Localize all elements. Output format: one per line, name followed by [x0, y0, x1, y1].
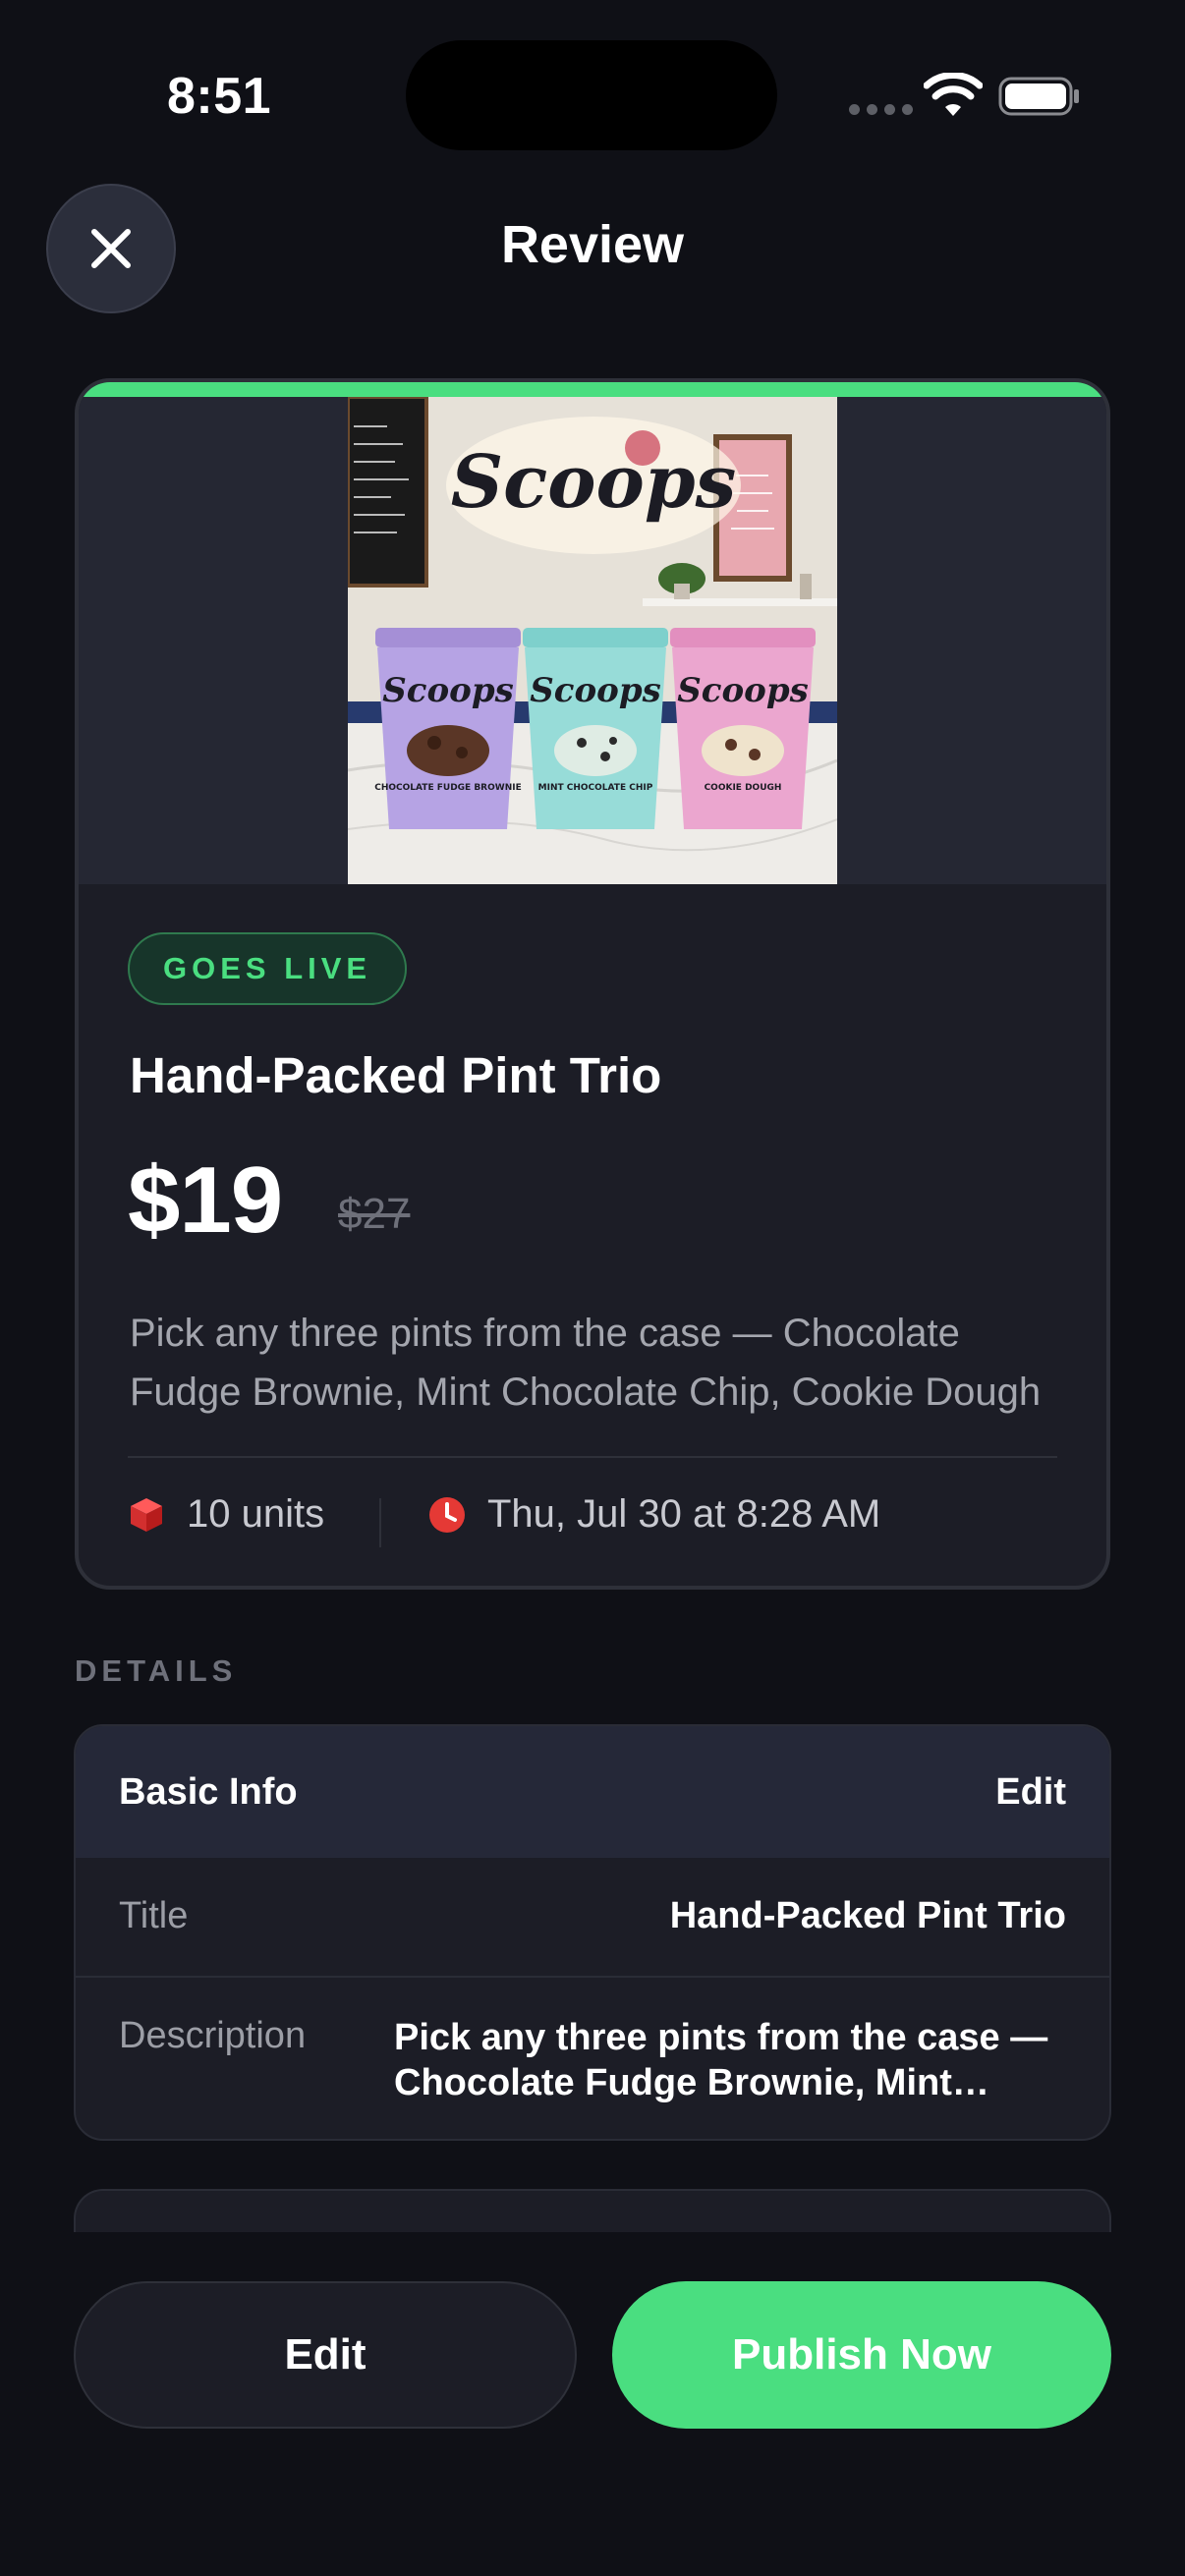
- units-count: 10 units: [187, 1492, 325, 1536]
- listing-preview-card: Scoops Scoops CHOCOLATE FUDGE BROWNIE Sc…: [75, 378, 1110, 1590]
- basic-info-title: Basic Info: [119, 1771, 298, 1813]
- units-info: 10 units: [128, 1492, 324, 1537]
- sale-price: $19: [128, 1148, 283, 1253]
- row-label: Description: [119, 2015, 307, 2056]
- svg-text:Scoops: Scoops: [382, 671, 514, 710]
- wifi-icon: [924, 73, 983, 116]
- review-screen: 8:51 Review Scoops Scoops CHOCOLATE FUDG…: [0, 0, 1185, 2576]
- product-image-area: Scoops Scoops CHOCOLATE FUDGE BROWNIE Sc…: [79, 397, 1106, 884]
- original-price: $27: [338, 1190, 411, 1238]
- basic-info-panel: Basic Info Edit Title Hand-Packed Pint T…: [74, 1724, 1111, 2141]
- logo-wordmark: Scoops: [451, 440, 737, 525]
- details-section-label: DETAILS: [75, 1653, 238, 1688]
- svg-text:Scoops: Scoops: [677, 671, 809, 710]
- row-value: Hand-Packed Pint Trio: [669, 1895, 1066, 1936]
- edit-button[interactable]: Edit: [74, 2281, 577, 2429]
- pint-label-2: MINT CHOCOLATE CHIP: [538, 783, 653, 793]
- launch-time-info: Thu, Jul 30 at 8:28 AM: [428, 1492, 880, 1537]
- pint-label-1: CHOCOLATE FUDGE BROWNIE: [374, 783, 521, 793]
- dynamic-island: [406, 40, 777, 150]
- detail-row-title: Title Hand-Packed Pint Trio: [76, 1858, 1109, 1978]
- status-time: 8:51: [167, 68, 272, 125]
- basic-info-header: Basic Info Edit: [76, 1726, 1109, 1858]
- product-photo-illustration: Scoops Scoops CHOCOLATE FUDGE BROWNIE Sc…: [348, 397, 837, 884]
- pint-label-3: COOKIE DOUGH: [705, 783, 782, 793]
- row-value: Pick any three pints from the case — Cho…: [394, 2017, 1048, 2103]
- launch-time: Thu, Jul 30 at 8:28 AM: [487, 1492, 881, 1536]
- row-label: Title: [119, 1895, 189, 1936]
- live-accent-bar: [79, 382, 1106, 397]
- meta-separator: [379, 1498, 381, 1547]
- divider: [128, 1456, 1057, 1458]
- cellular-signal-icon: [849, 104, 913, 115]
- detail-row-description: Description Pick any three pints from th…: [76, 1978, 1109, 2139]
- page-title: Review: [500, 215, 685, 274]
- clock-icon: [429, 1496, 465, 1533]
- publish-now-button[interactable]: Publish Now: [612, 2281, 1111, 2429]
- product-title: Hand-Packed Pint Trio: [130, 1047, 662, 1103]
- product-photo: Scoops Scoops CHOCOLATE FUDGE BROWNIE Sc…: [348, 397, 837, 884]
- next-details-panel: [74, 2189, 1111, 2232]
- cube-icon: [131, 1497, 162, 1532]
- basic-info-edit-link[interactable]: Edit: [995, 1771, 1066, 1814]
- goes-live-badge: GOES LIVE: [128, 932, 408, 1005]
- product-description: Pick any three pints from the case — Cho…: [130, 1312, 1042, 1414]
- battery-icon: [998, 77, 1079, 116]
- svg-text:Scoops: Scoops: [530, 671, 661, 710]
